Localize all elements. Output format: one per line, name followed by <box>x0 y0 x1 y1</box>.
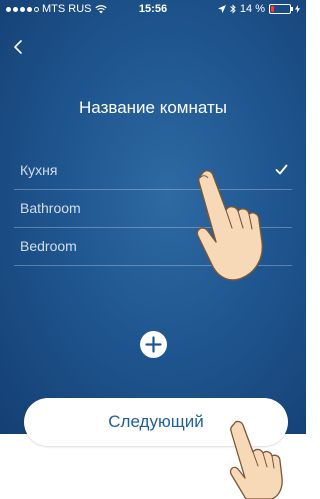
checkmark-icon <box>275 164 288 175</box>
battery-icon <box>269 4 293 14</box>
tap-hand-icon <box>229 420 283 499</box>
plus-icon <box>145 336 162 353</box>
chevron-left-icon <box>14 40 22 54</box>
charging-icon <box>295 5 300 13</box>
back-button[interactable] <box>12 38 26 56</box>
room-label: Кухня <box>20 162 58 178</box>
room-label: Bedroom <box>20 238 77 254</box>
room-label: Bathroom <box>20 200 81 216</box>
bluetooth-icon <box>230 4 236 14</box>
page-title: Название комнаты <box>79 98 227 117</box>
battery-percent: 14 % <box>239 3 265 15</box>
status-right: 14 % <box>217 3 300 15</box>
location-arrow-icon <box>217 5 226 13</box>
add-room-button[interactable] <box>140 331 167 358</box>
status-bar: MTS RUS 15:56 14 % <box>0 0 306 20</box>
tap-hand-icon <box>196 170 263 281</box>
